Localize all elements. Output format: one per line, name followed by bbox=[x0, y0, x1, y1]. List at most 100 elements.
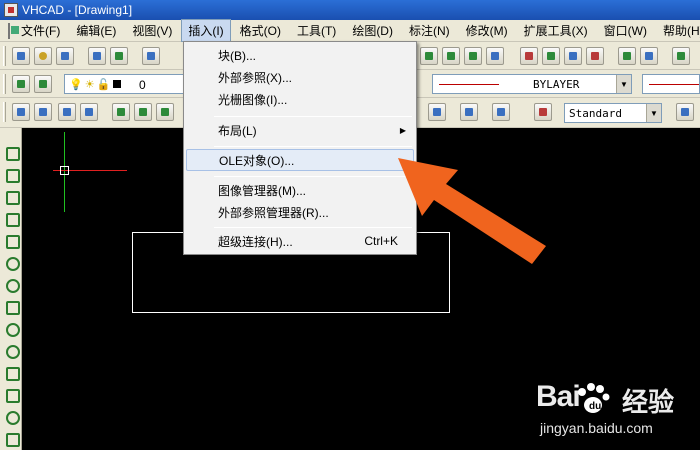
arc-length-icon[interactable] bbox=[58, 103, 76, 121]
new-icon[interactable] bbox=[12, 47, 30, 65]
arc-icon[interactable] bbox=[3, 254, 20, 271]
menu-dimension[interactable]: 标注(N) bbox=[402, 19, 457, 42]
zoom-out-icon[interactable] bbox=[464, 47, 482, 65]
title-bar: VHCAD - [Drawing1] bbox=[0, 0, 700, 20]
menu-modify[interactable]: 修改(M) bbox=[459, 19, 515, 42]
help-icon[interactable] bbox=[672, 47, 690, 65]
point-icon[interactable] bbox=[3, 408, 20, 425]
menu-view[interactable]: 视图(V) bbox=[125, 19, 179, 42]
insert-block-icon[interactable] bbox=[3, 364, 20, 381]
text-style-dropdown[interactable]: Standard ▼ bbox=[564, 103, 662, 123]
layer-state-icon[interactable] bbox=[34, 75, 52, 93]
menu-file[interactable]: 文件(F) bbox=[14, 19, 67, 42]
hatch-icon[interactable] bbox=[3, 430, 20, 447]
preview-icon[interactable] bbox=[110, 47, 128, 65]
lock-icon: 🔓 bbox=[96, 78, 111, 91]
menu-edit[interactable]: 编辑(E) bbox=[69, 19, 123, 42]
zoom-extents-icon[interactable] bbox=[486, 47, 504, 65]
layer-name: 0 bbox=[139, 78, 146, 92]
menu-format[interactable]: 格式(O) bbox=[233, 19, 288, 42]
open-icon[interactable] bbox=[34, 47, 52, 65]
save-icon[interactable] bbox=[56, 47, 74, 65]
linetype-preview bbox=[439, 84, 499, 85]
revision-cloud-icon[interactable] bbox=[3, 342, 20, 359]
watermark-brand-suffix: 经验 bbox=[622, 387, 675, 417]
menu-item-label: 布局(L) bbox=[218, 123, 257, 138]
circle-icon[interactable] bbox=[3, 276, 20, 293]
lightbulb-icon: 💡 bbox=[69, 78, 83, 91]
make-block-icon[interactable] bbox=[3, 386, 20, 403]
document-icon[interactable] bbox=[8, 22, 19, 39]
ordinate-icon[interactable] bbox=[80, 103, 98, 121]
menu-item-layout[interactable]: 布局(L) ▶ bbox=[186, 119, 414, 141]
toolbar-button[interactable] bbox=[640, 47, 658, 65]
aligned-dimension-icon[interactable] bbox=[34, 103, 52, 121]
continue-icon[interactable] bbox=[460, 103, 478, 121]
linetype-dropdown[interactable]: BYLAYER ▼ bbox=[432, 74, 632, 94]
construction-line-icon[interactable] bbox=[3, 166, 20, 183]
menu-item-label: 图像管理器(M)... bbox=[218, 183, 306, 198]
toolbar-grip[interactable] bbox=[3, 74, 6, 94]
spline-icon[interactable] bbox=[3, 298, 20, 315]
watermark-url: jingyan.baidu.com bbox=[540, 420, 653, 436]
polyline-icon[interactable] bbox=[3, 188, 20, 205]
menu-window[interactable]: 窗口(W) bbox=[597, 19, 654, 42]
baidu-watermark: Bai du 经验 jingyan.baidu.com bbox=[536, 380, 696, 446]
menu-draw[interactable]: 绘图(D) bbox=[345, 19, 400, 42]
annotation-arrow-icon bbox=[398, 158, 546, 264]
text-style-value: Standard bbox=[569, 106, 622, 120]
dimension-style-icon[interactable] bbox=[534, 103, 552, 121]
rectangle-icon[interactable] bbox=[3, 232, 20, 249]
tool-palette-icon[interactable] bbox=[564, 47, 582, 65]
crosshair-pickbox bbox=[60, 166, 69, 175]
linear-dimension-icon[interactable] bbox=[12, 103, 30, 121]
menu-item-label: 光栅图像(I)... bbox=[218, 92, 288, 107]
zoom-icon[interactable] bbox=[420, 47, 438, 65]
lineweight-preview bbox=[649, 84, 699, 85]
chevron-down-icon[interactable]: ▼ bbox=[646, 104, 661, 122]
jogged-icon[interactable] bbox=[134, 103, 152, 121]
properties-icon[interactable] bbox=[520, 47, 538, 65]
toolbar-button[interactable] bbox=[586, 47, 604, 65]
menu-item-xref[interactable]: 外部参照(X)... bbox=[186, 66, 414, 88]
toolbar-grip[interactable] bbox=[3, 102, 6, 122]
radius-icon[interactable] bbox=[112, 103, 130, 121]
menu-extended-tools[interactable]: 扩展工具(X) bbox=[517, 19, 595, 42]
toolbar-button[interactable] bbox=[618, 47, 636, 65]
tolerance-icon[interactable] bbox=[492, 103, 510, 121]
menu-bar: 文件(F) 编辑(E) 视图(V) 插入(I) 格式(O) 工具(T) 绘图(D… bbox=[0, 19, 700, 42]
menu-help[interactable]: 帮助(H) bbox=[656, 19, 700, 42]
menu-insert[interactable]: 插入(I) bbox=[181, 19, 231, 42]
cut-icon[interactable] bbox=[142, 47, 160, 65]
svg-text:du: du bbox=[589, 401, 601, 412]
menu-item-raster-image[interactable]: 光栅图像(I)... bbox=[186, 88, 414, 110]
baseline-icon[interactable] bbox=[428, 103, 446, 121]
paw-icon: du bbox=[578, 383, 610, 413]
layer-color-swatch bbox=[113, 80, 122, 88]
toolbar-grip[interactable] bbox=[3, 46, 6, 66]
app-icon bbox=[4, 3, 18, 17]
menu-item-label: OLE对象(O)... bbox=[219, 153, 295, 168]
ellipse-icon[interactable] bbox=[3, 320, 20, 337]
lineweight-dropdown[interactable] bbox=[642, 74, 700, 94]
line-icon[interactable] bbox=[3, 144, 20, 161]
zoom-in-icon[interactable] bbox=[442, 47, 460, 65]
window-title: VHCAD - [Drawing1] bbox=[22, 3, 133, 17]
menu-item-label: 超级连接(H)... bbox=[218, 234, 293, 249]
linetype-value: BYLAYER bbox=[533, 78, 580, 91]
chevron-down-icon[interactable]: ▼ bbox=[616, 75, 631, 93]
menu-item-label: 外部参照管理器(R)... bbox=[218, 205, 329, 220]
layer-dropdown[interactable]: 💡 ☀ 🔓 0 bbox=[64, 74, 184, 94]
menu-tools[interactable]: 工具(T) bbox=[290, 19, 343, 42]
submenu-arrow-icon: ▶ bbox=[399, 125, 406, 135]
diameter-icon[interactable] bbox=[156, 103, 174, 121]
sun-icon: ☀ bbox=[84, 78, 95, 91]
menu-item-label: 外部参照(X)... bbox=[218, 70, 292, 85]
menu-item-block[interactable]: 块(B)... bbox=[186, 44, 414, 66]
polygon-icon[interactable] bbox=[3, 210, 20, 227]
text-style-icon[interactable] bbox=[676, 103, 694, 121]
print-icon[interactable] bbox=[88, 47, 106, 65]
menu-item-label: 块(B)... bbox=[218, 48, 256, 63]
layer-manager-icon[interactable] bbox=[12, 75, 30, 93]
design-center-icon[interactable] bbox=[542, 47, 560, 65]
